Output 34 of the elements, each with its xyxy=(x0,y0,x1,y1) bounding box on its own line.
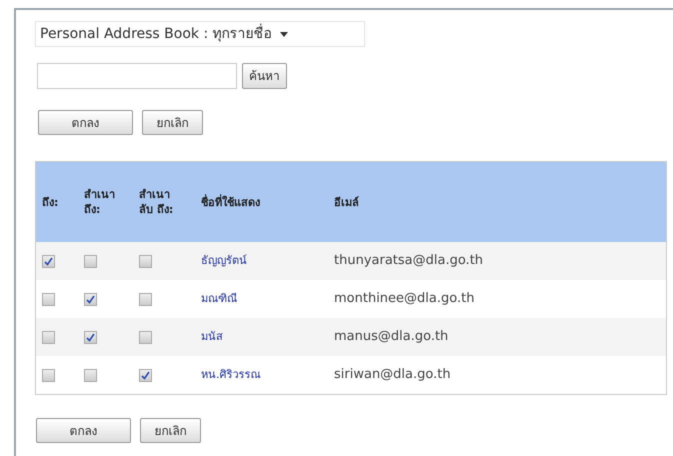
checkbox[interactable] xyxy=(84,254,97,268)
checkbox[interactable] xyxy=(42,254,55,268)
contact-name-link[interactable]: หน.ศิริวรรณ xyxy=(201,368,260,382)
email-address: thunyaratsa@dla.go.th xyxy=(334,253,484,268)
contact-name-link[interactable]: ธัญญรัตน์ xyxy=(201,254,247,268)
checkbox[interactable] xyxy=(139,330,152,344)
search-button[interactable]: ค้นหา xyxy=(242,63,287,89)
column-header: ถึง: xyxy=(42,196,58,208)
checkbox[interactable] xyxy=(84,292,97,306)
dropdown-value: Personal Address Book : ทุกรายชื่อ xyxy=(40,24,272,44)
checkbox[interactable] xyxy=(139,254,152,268)
email-address: siriwan@dla.go.th xyxy=(334,367,451,382)
column-header: สำเนา ลับ ถึง: xyxy=(139,188,174,216)
column-header: ชื่อที่ใช้แสดง xyxy=(201,196,260,208)
cancel-button[interactable]: ยกเลิก xyxy=(140,418,201,443)
cancel-button[interactable]: ยกเลิก xyxy=(142,110,203,135)
address-book-dropdown[interactable]: Personal Address Book : ทุกรายชื่อ xyxy=(35,21,365,47)
email-address: manus@dla.go.th xyxy=(334,329,448,344)
checkbox[interactable] xyxy=(84,330,97,344)
checkbox[interactable] xyxy=(42,330,55,344)
caret-icon xyxy=(280,32,288,36)
ok-button[interactable]: ตกลง xyxy=(36,418,131,443)
ok-button[interactable]: ตกลง xyxy=(38,110,133,135)
column-header: สำเนา ถึง: xyxy=(84,188,115,216)
contact-name-link[interactable]: มณฑิณี xyxy=(201,292,237,306)
checkbox[interactable] xyxy=(84,368,97,382)
search-field[interactable] xyxy=(37,63,237,89)
contact-name-link[interactable]: มนัส xyxy=(201,330,223,344)
checkbox[interactable] xyxy=(139,368,152,382)
checkbox[interactable] xyxy=(139,292,152,306)
checkbox[interactable] xyxy=(42,292,55,306)
email-address: monthinee@dla.go.th xyxy=(334,291,474,306)
checkbox[interactable] xyxy=(42,368,55,382)
column-header: อีเมล์ xyxy=(334,196,359,208)
